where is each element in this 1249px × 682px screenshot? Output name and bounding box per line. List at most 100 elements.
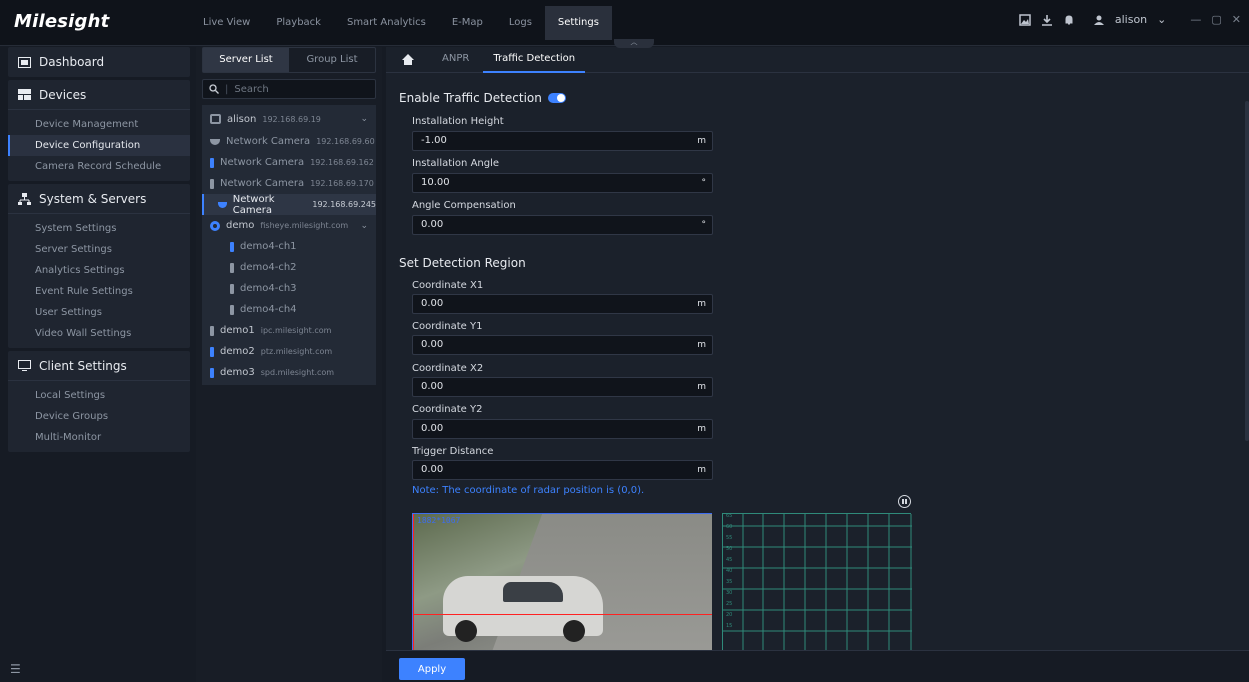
nav-multi-monitor[interactable]: Multi-Monitor (8, 427, 190, 448)
apply-button[interactable]: Apply (399, 658, 465, 680)
tab-logs[interactable]: Logs (496, 6, 545, 40)
tab-group-list[interactable]: Group List (289, 48, 375, 72)
radar-grid: 65 60 55 50 45 40 35 30 25 20 15 (722, 513, 912, 650)
detection-region-title: Set Detection Region (399, 256, 526, 270)
server-tabs: Server List Group List (202, 47, 376, 73)
nav-dashboard-label: Dashboard (39, 55, 105, 69)
settings-content: Enable Traffic Detection Installation He… (386, 73, 1249, 650)
user-name[interactable]: alison (1115, 13, 1147, 26)
tree-camera-162[interactable]: Network Camera 192.168.69.162 (202, 152, 376, 173)
nav-client-settings[interactable]: Client Settings (8, 351, 190, 381)
nav-camera-record-schedule[interactable]: Camera Record Schedule (8, 156, 190, 177)
bullet-camera-icon (230, 283, 234, 294)
camera-preview[interactable]: 1882*1067 (412, 513, 712, 650)
tab-playback[interactable]: Playback (263, 6, 334, 40)
installation-height-input[interactable]: -1.00 m (412, 131, 713, 151)
nav-device-management[interactable]: Device Management (8, 114, 190, 135)
tree-node-name: alison (227, 113, 257, 125)
nav-device-configuration[interactable]: Device Configuration (8, 135, 190, 156)
chevron-down-icon[interactable]: ⌄ (360, 114, 368, 124)
pause-icon[interactable] (898, 495, 911, 508)
tab-smart-analytics[interactable]: Smart Analytics (334, 6, 439, 40)
tree-node-name: Network Camera (232, 193, 275, 216)
radar-tick: 20 (726, 612, 732, 618)
fisheye-camera-icon (210, 220, 220, 231)
sub-tabs: ANPR Traffic Detection (386, 47, 1249, 73)
nav-group-dashboard: Dashboard (8, 47, 190, 77)
close-button[interactable]: ✕ (1232, 13, 1241, 26)
user-chevron-down-icon[interactable]: ⌄ (1157, 13, 1166, 26)
installation-angle-input[interactable]: 10.00 ° (412, 173, 713, 193)
tree-demo4-ch2[interactable]: demo4-ch2 (202, 257, 376, 278)
nav-server-settings[interactable]: Server Settings (8, 239, 190, 260)
tree-node-ip: 192.168.69.19 (262, 114, 321, 124)
input-value: 0.00 (421, 381, 444, 392)
nav-user-settings[interactable]: User Settings (8, 302, 190, 323)
nav-analytics-settings[interactable]: Analytics Settings (8, 260, 190, 281)
tree-demo1[interactable]: demo1 ipc.milesight.com (202, 320, 376, 341)
restore-button[interactable]: ▢ (1211, 13, 1221, 26)
tree-server-alison[interactable]: alison 192.168.69.19 ⌄ (202, 107, 376, 131)
nav-event-rule-settings[interactable]: Event Rule Settings (8, 281, 190, 302)
bullet-camera-icon (210, 157, 214, 168)
nav-system-servers[interactable]: System & Servers (8, 184, 190, 214)
tree-node-ip: spd.milesight.com (260, 368, 335, 377)
tab-traffic-detection[interactable]: Traffic Detection (483, 47, 586, 73)
enable-label: Enable Traffic Detection (399, 91, 542, 105)
tree-demo4-ch1[interactable]: demo4-ch1 (202, 236, 376, 257)
trigger-distance-input[interactable]: 0.00 m (412, 460, 713, 480)
menu-icon[interactable]: ☰ (10, 662, 21, 676)
tree-camera-245[interactable]: Network Camera 192.168.69.245 (202, 193, 376, 216)
tree-node-name: demo3 (220, 367, 255, 378)
enable-toggle[interactable] (547, 93, 566, 103)
tree-node-name: Network Camera (220, 157, 305, 168)
angle-compensation-input[interactable]: 0.00 ° (412, 215, 713, 235)
nav-device-groups[interactable]: Device Groups (8, 406, 190, 427)
tree-demo2[interactable]: demo2 ptz.milesight.com (202, 341, 376, 362)
ptz-camera-icon (210, 346, 214, 357)
coordinate-x1-input[interactable]: 0.00 m (412, 294, 713, 314)
minimize-button[interactable]: — (1190, 13, 1201, 26)
radar-grid-svg: 65 60 55 50 45 40 35 30 25 20 15 (723, 514, 912, 650)
nav-system-settings[interactable]: System Settings (8, 218, 190, 239)
coordinate-y1-input[interactable]: 0.00 m (412, 335, 713, 355)
image-icon[interactable] (1019, 13, 1031, 26)
radar-note: Note: The coordinate of radar position i… (412, 485, 645, 496)
tree-node-ip: 192.168.69.170 (310, 179, 374, 188)
bullet-camera-icon (210, 178, 214, 189)
download-icon[interactable] (1041, 14, 1053, 26)
nav-local-settings[interactable]: Local Settings (8, 385, 190, 406)
server-search-input[interactable]: | Search (202, 79, 376, 99)
coordinate-x2-input[interactable]: 0.00 m (412, 377, 713, 397)
tab-server-list[interactable]: Server List (203, 48, 289, 72)
tree-demo-fisheye[interactable]: demo fisheye.milesight.com ⌄ (202, 215, 376, 236)
tree-camera-170[interactable]: Network Camera 192.168.69.170 (202, 173, 376, 194)
tab-settings[interactable]: Settings (544, 6, 612, 40)
nav-dashboard[interactable]: Dashboard (8, 47, 190, 77)
home-icon[interactable] (402, 53, 414, 66)
tree-camera-60[interactable]: Network Camera 192.168.69.60 (202, 131, 376, 152)
coordinate-y1-label: Coordinate Y1 (412, 321, 483, 332)
tree-demo4-ch4[interactable]: demo4-ch4 (202, 299, 376, 320)
detection-vertical-line (413, 514, 414, 650)
devices-icon (18, 89, 31, 100)
chevron-down-icon[interactable]: ⌄ (360, 221, 368, 231)
nav-devices[interactable]: Devices (8, 80, 190, 110)
enable-traffic-detection-row: Enable Traffic Detection (399, 91, 566, 105)
tree-node-name: demo4-ch2 (240, 262, 297, 273)
nav-group-system: System & Servers System Settings Server … (8, 184, 190, 348)
content-scrollbar[interactable] (1245, 101, 1249, 441)
radar-tick: 55 (726, 535, 732, 541)
trigger-distance-label: Trigger Distance (412, 446, 494, 457)
tab-e-map[interactable]: E-Map (439, 6, 496, 40)
milesight-logo: Milesight (14, 11, 110, 32)
tree-demo3[interactable]: demo3 spd.milesight.com (202, 362, 376, 383)
collapse-header-button[interactable]: ︿ (614, 39, 654, 48)
tab-anpr[interactable]: ANPR (432, 47, 479, 73)
tree-demo4-ch3[interactable]: demo4-ch3 (202, 278, 376, 299)
tab-live-view[interactable]: Live View (190, 6, 263, 40)
device-tree: alison 192.168.69.19 ⌄ Network Camera 19… (202, 105, 376, 385)
nav-video-wall-settings[interactable]: Video Wall Settings (8, 323, 190, 344)
coordinate-y2-input[interactable]: 0.00 m (412, 419, 713, 439)
bell-icon[interactable] (1063, 14, 1075, 26)
